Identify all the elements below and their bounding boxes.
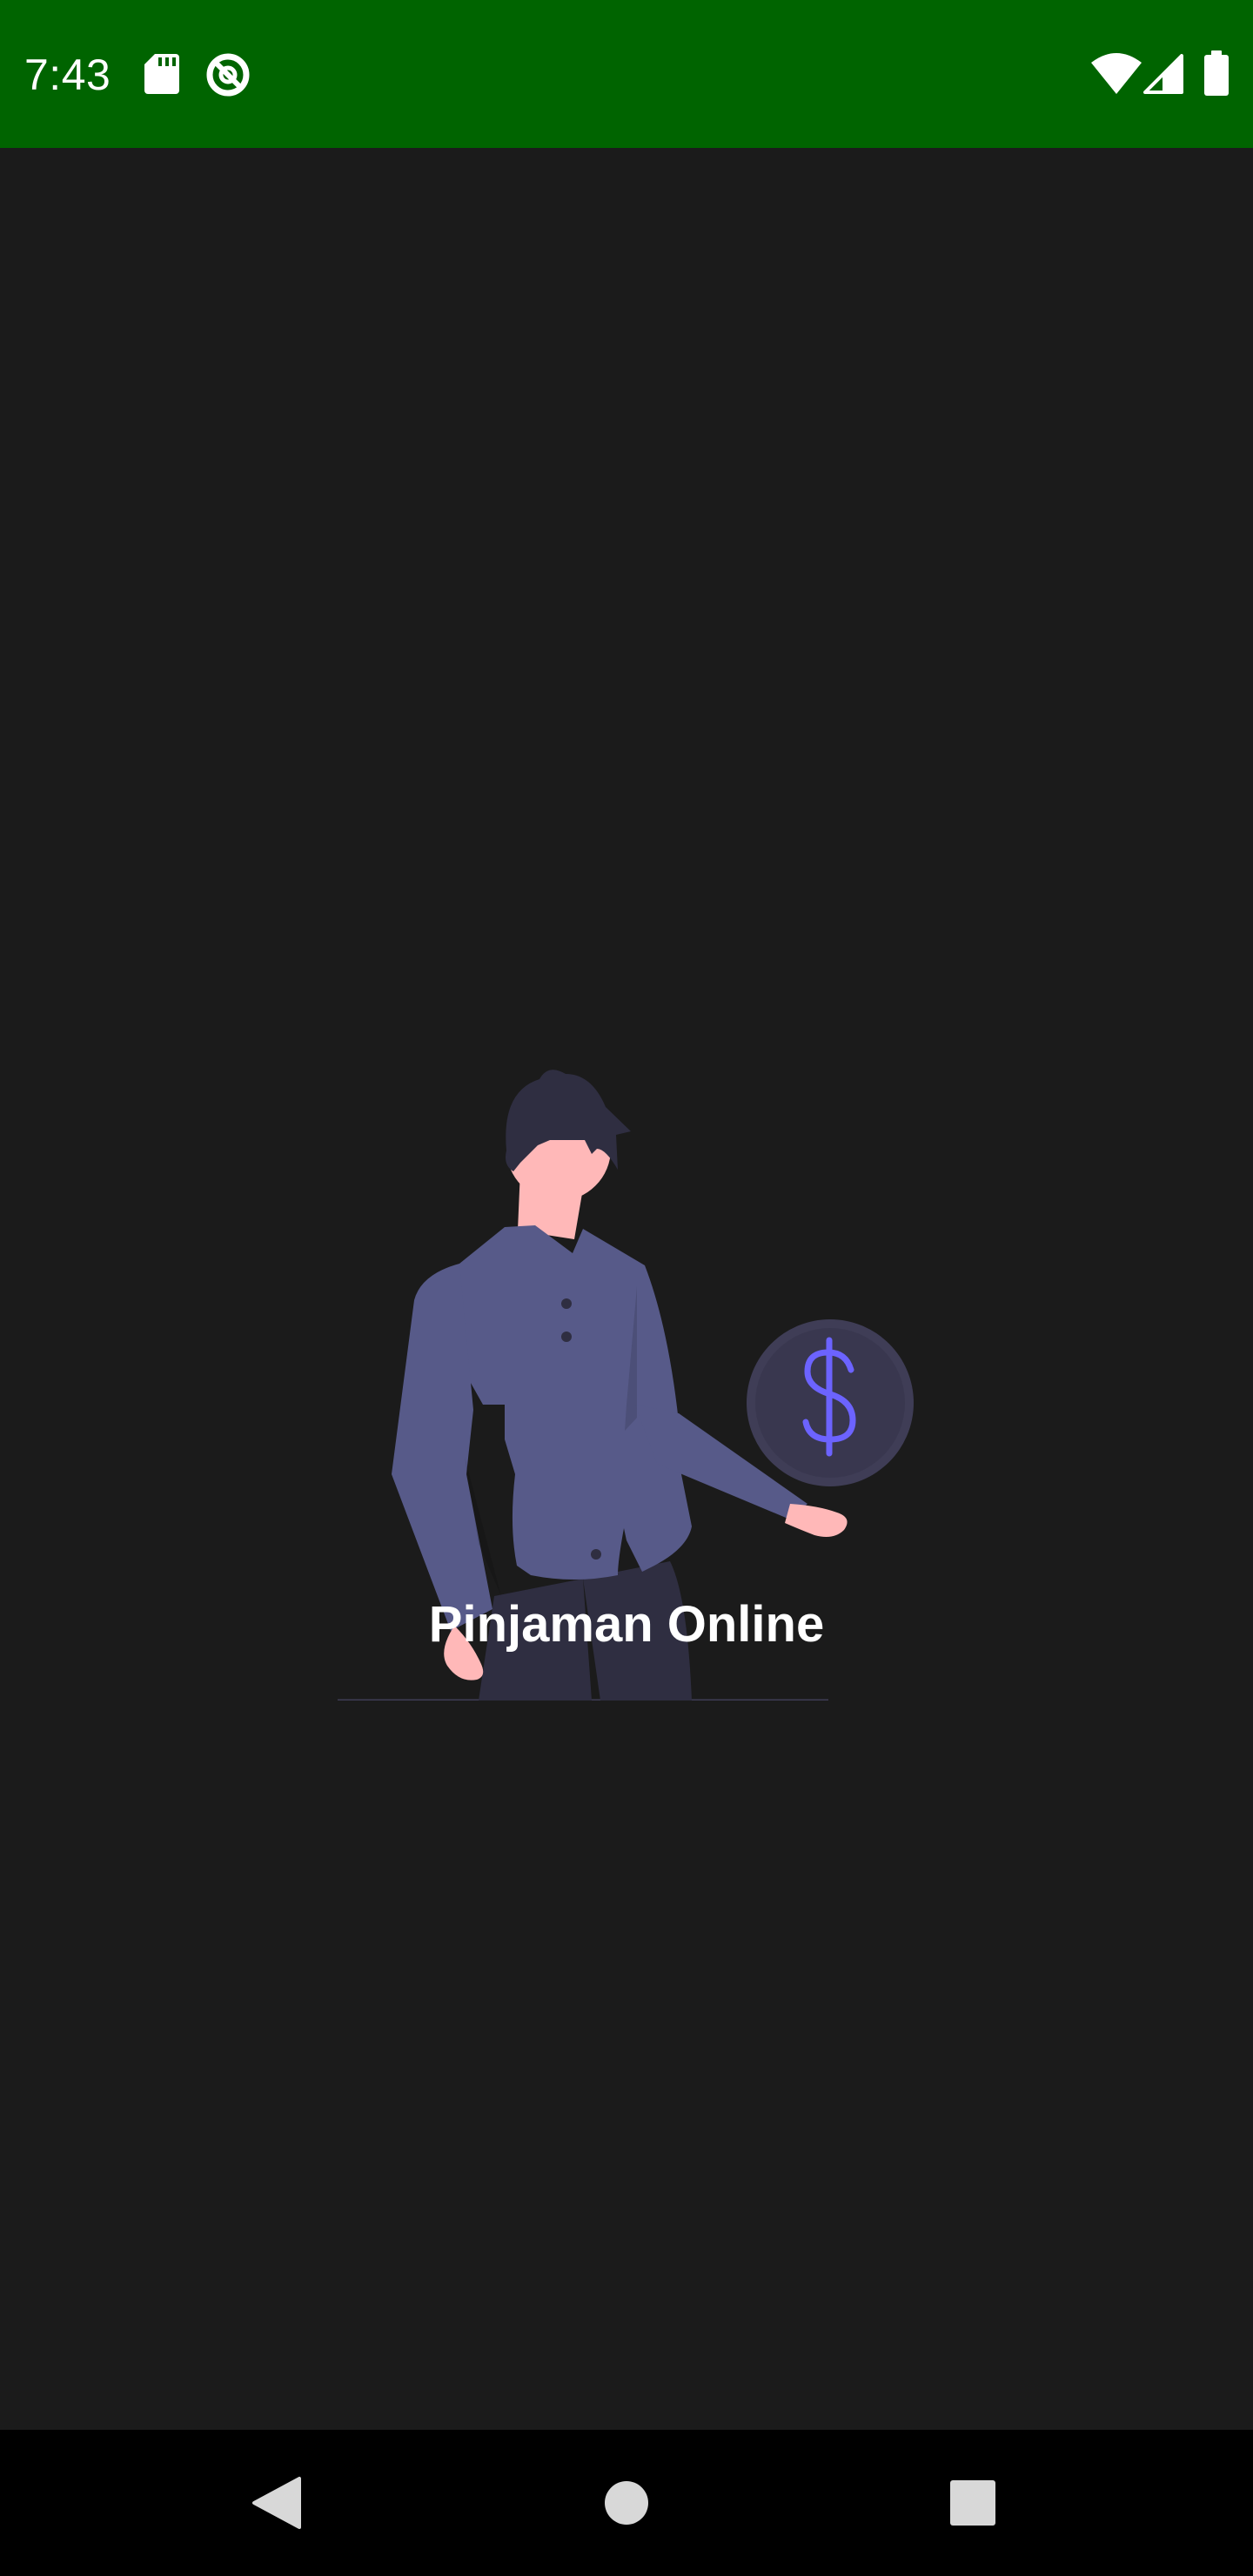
sd-card-icon [144, 54, 179, 94]
data-saver-icon [206, 53, 250, 97]
home-button[interactable] [553, 2430, 700, 2576]
cell-signal-icon [1143, 54, 1183, 94]
app-title: Pinjaman Online [428, 1596, 825, 1653]
back-button[interactable] [204, 2430, 350, 2576]
recents-button[interactable] [900, 2430, 1046, 2576]
person-with-dollar-coin-illustration [338, 1070, 914, 1701]
navigation-bar [0, 2430, 1253, 2576]
status-bar: 7:43 [0, 0, 1253, 148]
battery-icon [1204, 50, 1229, 96]
status-time: 7:43 [24, 50, 111, 99]
wifi-icon [1091, 53, 1142, 94]
